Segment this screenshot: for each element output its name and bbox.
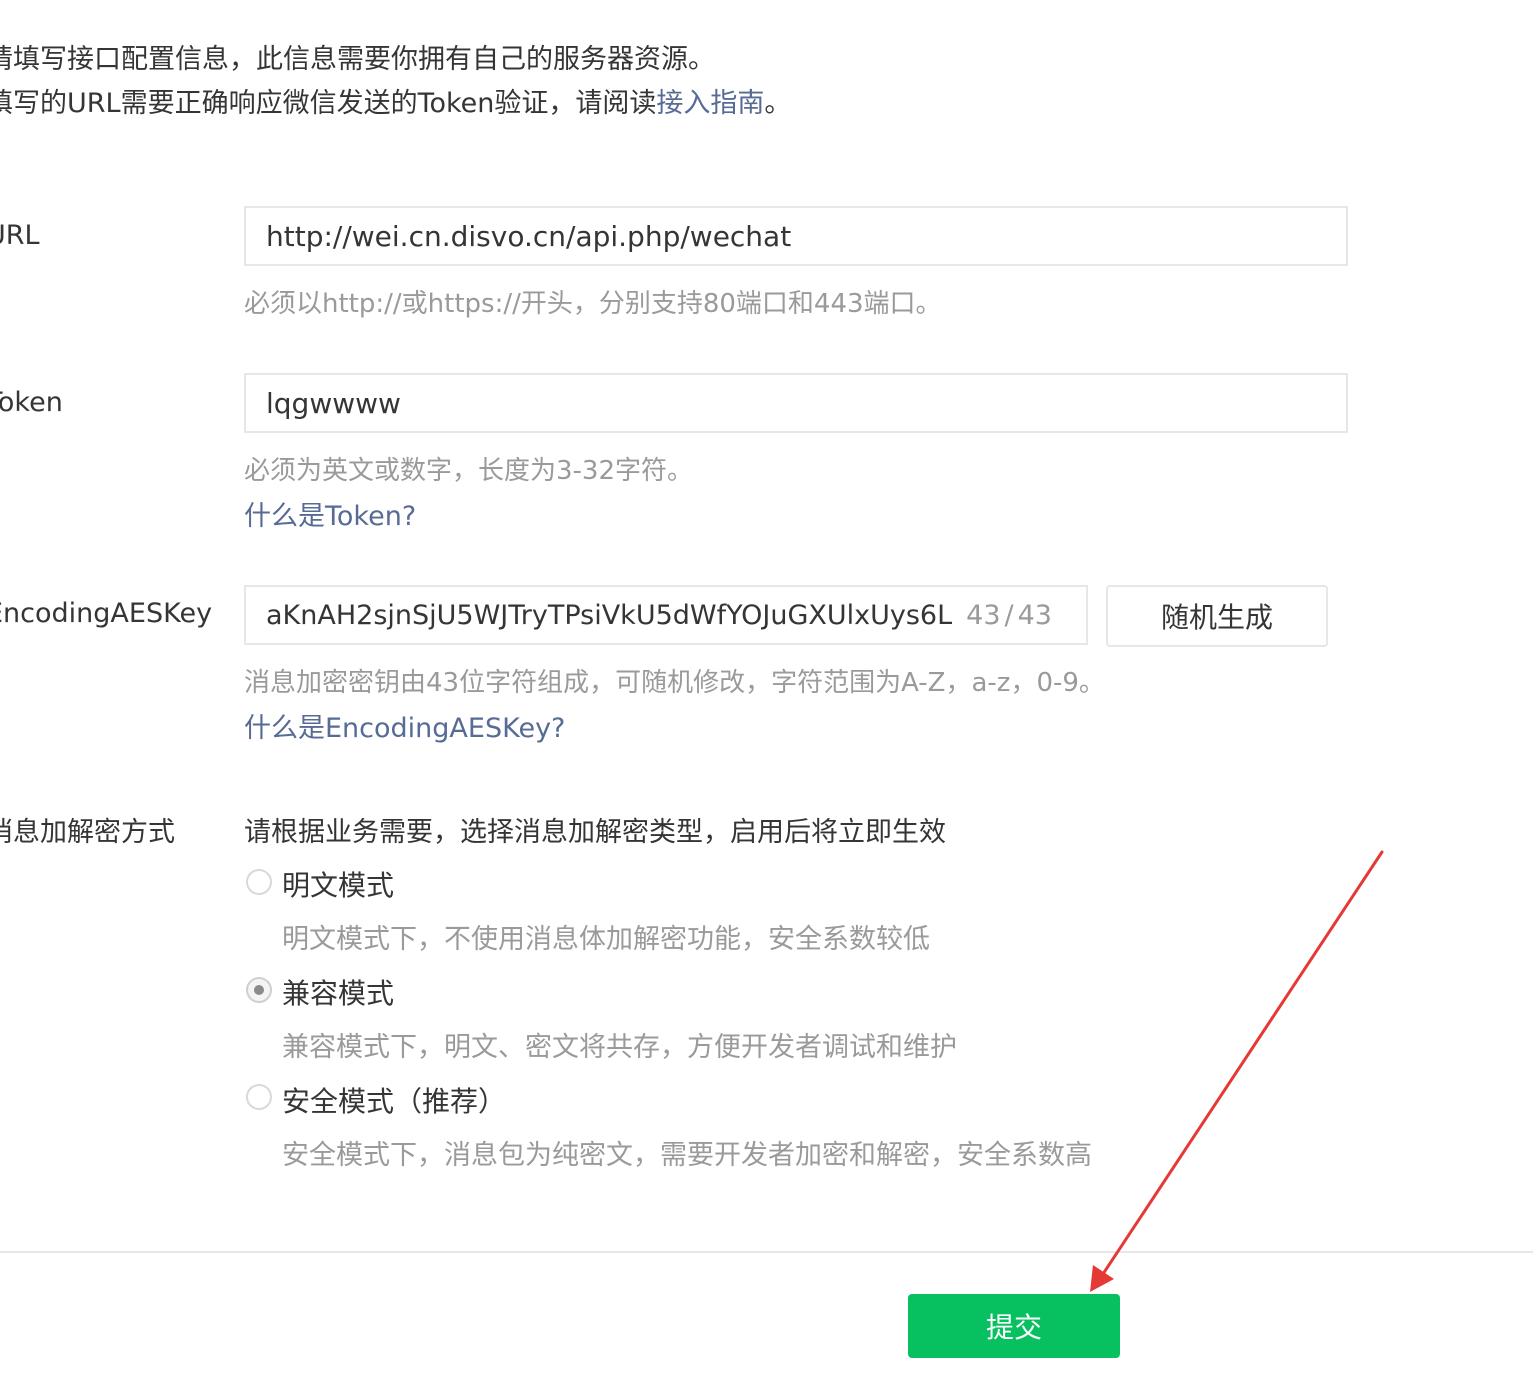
radio-plaintext-mode[interactable] [246, 869, 272, 895]
intro-line-1: 请填写接口配置信息，此信息需要你拥有自己的服务器资源。 [0, 44, 715, 75]
radio-plaintext-mode-desc: 明文模式下，不使用消息体加解密功能，安全系数较低 [282, 924, 930, 955]
url-input[interactable]: http://wei.cn.disvo.cn/api.php/wechat [244, 206, 1348, 266]
aeskey-count: 43 [966, 599, 1001, 631]
radio-plaintext-mode-label[interactable]: 明文模式 [282, 864, 394, 904]
radio-compatible-mode-label[interactable]: 兼容模式 [282, 972, 394, 1012]
url-input-value: http://wei.cn.disvo.cn/api.php/wechat [266, 219, 792, 253]
access-guide-link[interactable]: 接入指南 [656, 88, 764, 119]
radio-compatible-mode[interactable] [246, 977, 272, 1003]
url-hint: 必须以http://或https://开头，分别支持80端口和443端口。 [244, 289, 942, 319]
radio-compatible-mode-desc: 兼容模式下，明文、密文将共存，方便开发者调试和维护 [282, 1032, 957, 1063]
intro-line-2-suffix: 。 [764, 88, 792, 119]
intro-line-2: 填写的URL需要正确响应微信发送的Token验证，请阅读接入指南。 [0, 82, 791, 126]
encryption-mode-label: 消息加解密方式 [0, 817, 175, 848]
random-generate-button[interactable]: 随机生成 [1106, 585, 1328, 647]
footer-divider [0, 1251, 1533, 1253]
radio-secure-mode[interactable] [246, 1084, 272, 1110]
aeskey-count-max: 43 [1017, 599, 1052, 631]
radio-secure-mode-desc: 安全模式下，消息包为纯密文，需要开发者加密和解密，安全系数高 [282, 1140, 1092, 1171]
aeskey-label: EncodingAESKey [0, 598, 213, 629]
aeskey-input-value: aKnAH2sjnSjU5WJTryTPsiVkU5dWfYOJuGXUlxUy… [266, 599, 953, 631]
token-input[interactable]: lqgwwww [244, 373, 1348, 433]
what-is-aeskey-link[interactable]: 什么是EncodingAESKey? [244, 706, 565, 745]
submit-button[interactable]: 提交 [908, 1294, 1120, 1358]
what-is-token-link[interactable]: 什么是Token? [244, 494, 416, 533]
server-config-page: 请填写接口配置信息，此信息需要你拥有自己的服务器资源。 填写的URL需要正确响应… [0, 0, 1533, 1399]
token-input-value: lqgwwww [266, 386, 401, 420]
aeskey-hint: 消息加密密钥由43位字符组成，可随机修改，字符范围为A-Z，a-z，0-9。 [244, 668, 1105, 698]
url-label: URL [0, 220, 40, 251]
token-hint: 必须为英文或数字，长度为3-32字符。 [244, 456, 694, 486]
token-label: Token [0, 387, 63, 418]
radio-secure-mode-label[interactable]: 安全模式（推荐） [282, 1080, 506, 1120]
aeskey-count-sep: / [1004, 599, 1014, 631]
encryption-mode-description: 请根据业务需要，选择消息加解密类型，启用后将立即生效 [244, 817, 946, 848]
intro-line-2-text: 填写的URL需要正确响应微信发送的Token验证，请阅读 [0, 88, 657, 119]
aeskey-char-counter: 43/43 [966, 600, 1052, 631]
aeskey-input[interactable]: aKnAH2sjnSjU5WJTryTPsiVkU5dWfYOJuGXUlxUy… [244, 585, 1088, 645]
